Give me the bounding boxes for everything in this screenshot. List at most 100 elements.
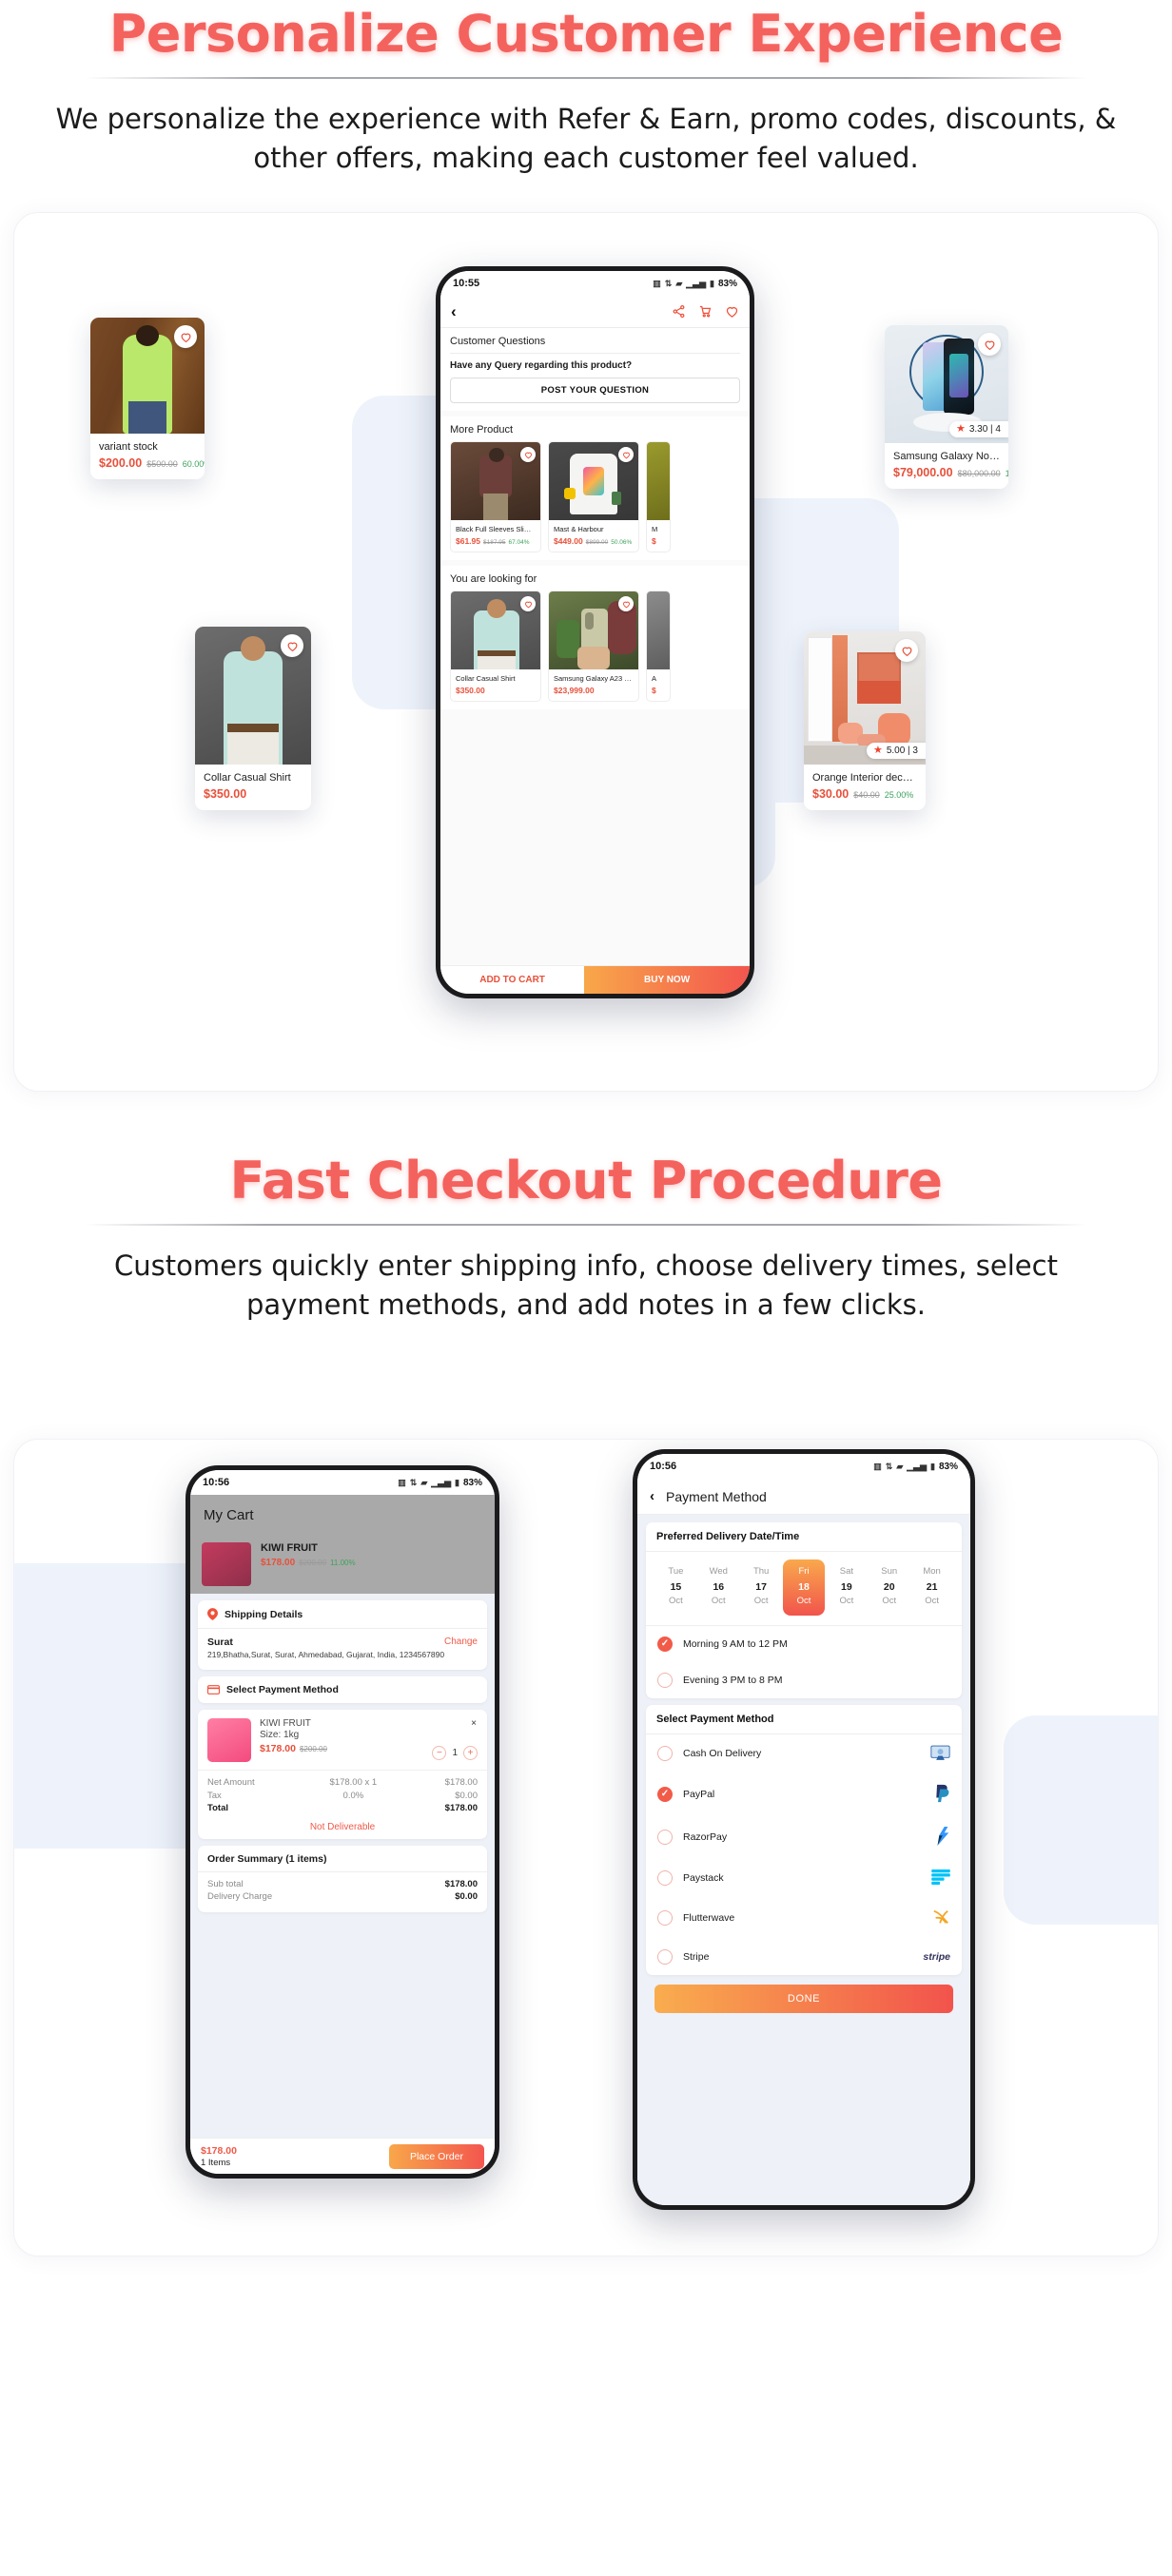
date-option[interactable]: Sun 20 Oct <box>868 1559 910 1616</box>
divider <box>450 353 740 355</box>
date-option[interactable]: Wed 16 Oct <box>697 1559 740 1616</box>
product-old-price: $899.00 <box>585 539 609 547</box>
product-card[interactable]: M $ <box>646 441 671 553</box>
post-question-button[interactable]: POST YOUR QUESTION <box>450 378 740 404</box>
favorite-icon[interactable] <box>174 325 197 349</box>
amount-label: Net Amount <box>207 1777 255 1789</box>
quantity-value: 1 <box>452 1748 458 1759</box>
date-option[interactable]: Thu 17 Oct <box>740 1559 783 1616</box>
date-selector[interactable]: Tue 15 Oct Wed 16 Oct Thu 17 Oct Fri 18 … <box>646 1552 962 1625</box>
date-option-selected[interactable]: Fri 18 Oct <box>782 1559 826 1616</box>
payment-method-row[interactable]: Select Payment Method <box>198 1676 487 1703</box>
buy-now-button[interactable]: BUY NOW <box>584 966 750 995</box>
amount-detail: $178.00 x 1 <box>329 1777 378 1789</box>
summary-value: $0.00 <box>455 1890 478 1902</box>
product-card[interactable]: A $ <box>646 591 671 703</box>
radio-icon[interactable] <box>657 1830 673 1846</box>
payment-method-option[interactable]: RazorPay <box>646 1816 962 1859</box>
product-price: $350.00 <box>456 686 485 696</box>
payment-method-option[interactable]: Flutterwave <box>646 1898 962 1939</box>
product-price: $23,999.00 <box>554 686 595 696</box>
cart-icon[interactable] <box>698 304 713 319</box>
rating-badge: ★ 5.00 | 3 <box>866 743 926 760</box>
app-bar: ‹ <box>440 296 750 329</box>
product-name: Collar Casual Shirt <box>456 674 516 684</box>
radio-icon[interactable] <box>657 1870 673 1887</box>
time-slot-option[interactable]: Morning 9 AM to 12 PM <box>646 1626 962 1662</box>
date-option[interactable]: Tue 15 Oct <box>654 1559 697 1616</box>
signal-icon: ▁▃▅ <box>907 1461 928 1471</box>
product-price-row: $ <box>652 536 665 546</box>
product-meta: Black Full Sleeves Slim... $61.95 $187.9… <box>451 520 540 552</box>
done-button[interactable]: DONE <box>654 1984 953 2013</box>
product-image <box>647 442 670 521</box>
phone-screen: 10:55 ▥ ⇅ ▰ ▁▃▅ ▮ 83% ‹ Customer Questio… <box>440 271 750 995</box>
product-card[interactable]: Mast & Harbour $449.00 $899.00 50.06% <box>548 441 639 553</box>
product-card[interactable]: Samsung Galaxy A23 5G $23,999.00 <box>548 591 639 703</box>
radio-icon[interactable] <box>657 1672 673 1688</box>
product-discount: 60.00% <box>182 459 205 470</box>
lte-icon: ▥ <box>873 1461 882 1471</box>
favorite-icon[interactable] <box>978 333 1001 357</box>
radio-icon[interactable] <box>657 1910 673 1927</box>
floating-product-card[interactable]: ★ 5.00 | 3 Orange Interior decor ... $30… <box>804 631 926 811</box>
remove-item-button[interactable]: × <box>471 1718 477 1729</box>
favorite-icon[interactable] <box>281 634 303 658</box>
favorite-icon[interactable] <box>618 596 634 612</box>
cart-item-card: KIWI FRUIT Size: 1kg $178.00 $200.00 × −… <box>198 1710 487 1839</box>
summary-label: Sub total <box>207 1878 244 1889</box>
quantity-stepper[interactable]: − 1 + <box>432 1746 478 1761</box>
payment-method-option[interactable]: Paystack <box>646 1859 962 1898</box>
floating-product-card[interactable]: ★ 3.30 | 4 Samsung Galaxy Note ... $79,0… <box>885 325 1008 490</box>
date-option[interactable]: Sat 19 Oct <box>825 1559 868 1616</box>
favorite-icon[interactable] <box>618 447 634 463</box>
more-product-row[interactable]: Black Full Sleeves Slim... $61.95 $187.9… <box>450 441 740 553</box>
background-blob-right <box>1004 1715 1158 1926</box>
product-card[interactable]: Collar Casual Shirt $350.00 <box>450 591 541 703</box>
date-dow: Thu <box>752 1566 770 1578</box>
favorite-icon[interactable] <box>895 639 918 663</box>
wishlist-icon[interactable] <box>725 304 739 319</box>
product-image: ★ 3.30 | 4 <box>885 325 1008 444</box>
floating-product-card[interactable]: variant stock $200.00 $500.00 60.00% <box>90 318 205 480</box>
favorite-icon[interactable] <box>520 447 536 463</box>
payment-body[interactable]: Preferred Delivery Date/Time Tue 15 Oct … <box>637 1515 970 2206</box>
place-order-button[interactable]: Place Order <box>388 2143 484 2169</box>
product-image <box>90 318 205 435</box>
showcase-panel-two: 10:56 ▥ ⇅ ▰ ▁▃▅ ▮ 83% My Cart KIWI FRUIT <box>13 1439 1159 2257</box>
looking-for-row[interactable]: Collar Casual Shirt $350.00 Samsung Gala… <box>450 591 740 703</box>
floating-product-card[interactable]: Collar Casual Shirt $350.00 <box>195 627 311 811</box>
radio-selected-icon[interactable] <box>657 1636 673 1652</box>
wifi-icon: ▰ <box>675 278 683 288</box>
radio-icon[interactable] <box>657 1948 673 1965</box>
decrease-quantity-button[interactable]: − <box>432 1746 447 1761</box>
looking-for-block: You are looking for Collar Casual Shirt … <box>440 566 750 710</box>
back-icon[interactable]: ‹ <box>451 302 457 321</box>
payment-method-option[interactable]: PayPal <box>646 1773 962 1816</box>
payment-method-option[interactable]: Cash On Delivery <box>646 1734 962 1773</box>
product-card[interactable]: Black Full Sleeves Slim... $61.95 $187.9… <box>450 441 541 553</box>
share-icon[interactable] <box>672 304 686 319</box>
increase-quantity-button[interactable]: + <box>463 1746 478 1761</box>
radio-selected-icon[interactable] <box>657 1787 673 1803</box>
detail-scroll-area[interactable]: Customer Questions Have any Query regard… <box>440 328 750 966</box>
product-name: Black Full Sleeves Slim... <box>456 525 536 534</box>
product-name: KIWI FRUIT <box>261 1542 318 1555</box>
product-price-row: $350.00 <box>456 686 536 695</box>
phone-screen: 10:56 ▥ ⇅ ▰ ▁▃▅ ▮ 83% ‹ Payment Method P… <box>637 1454 970 2206</box>
product-meta: Samsung Galaxy Note ... $79,000.00 $80,0… <box>885 443 1008 489</box>
amount-row: Net Amount $178.00 x 1 $178.00 <box>207 1776 478 1789</box>
change-address-button[interactable]: Change <box>444 1637 478 1647</box>
date-option[interactable]: Mon 21 Oct <box>910 1559 953 1616</box>
select-payment-method-card[interactable]: Select Payment Method <box>198 1676 487 1704</box>
back-icon[interactable]: ‹ <box>650 1488 654 1504</box>
radio-icon[interactable] <box>657 1746 673 1762</box>
amount-breakdown: Net Amount $178.00 x 1 $178.00 Tax 0.0% … <box>198 1770 487 1818</box>
cart-sheet[interactable]: Shipping Details Surat 219,Bhatha,Surat,… <box>190 1594 495 2139</box>
payment-method-option[interactable]: Stripe stripe <box>646 1939 962 1975</box>
add-to-cart-button[interactable]: ADD TO CART <box>440 966 585 995</box>
product-price: $61.95 <box>456 536 480 547</box>
time-slot-option[interactable]: Evening 3 PM to 8 PM <box>646 1662 962 1698</box>
favorite-icon[interactable] <box>520 596 536 612</box>
product-price: $ <box>652 536 656 547</box>
